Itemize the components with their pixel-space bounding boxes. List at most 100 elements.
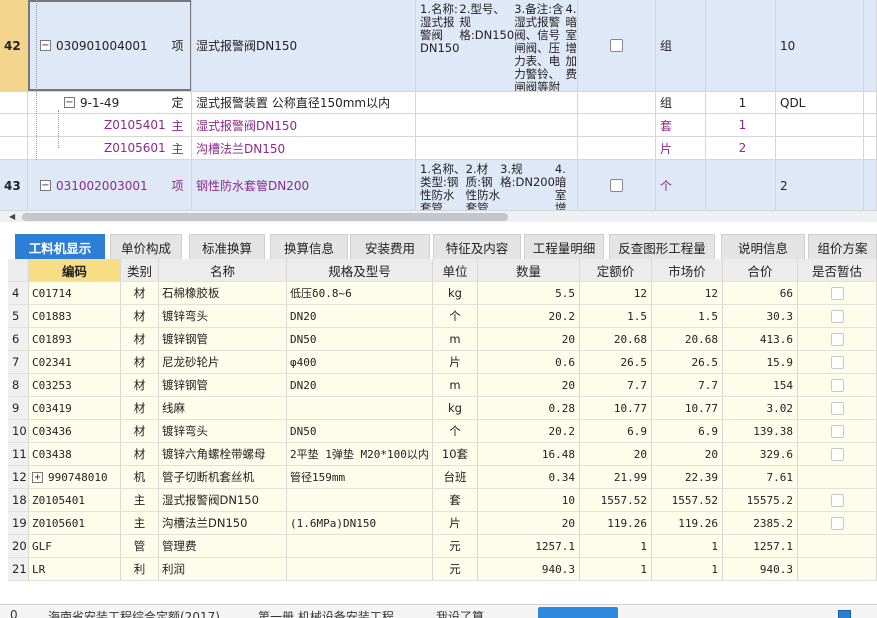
table-row[interactable]: 7 C02341 材 尼龙砂轮片 φ400 片 0.6 26.5 26.5 15.9 [8, 351, 877, 374]
cell-code[interactable]: Z0105601 [29, 512, 121, 534]
table-row[interactable]: 20 GLF 管 管理费 元 1257.1 1 1 1257.1 [8, 535, 877, 558]
scrollbar-thumb[interactable] [22, 213, 508, 221]
tab-9[interactable]: 组价方案 [808, 234, 877, 260]
cell-category[interactable]: 材 [121, 328, 159, 350]
table-row[interactable]: 5 C01883 材 镀锌弯头 DN20 个 20.2 1.5 1.5 30.3 [8, 305, 877, 328]
cell-spec[interactable] [287, 489, 433, 511]
cell-category[interactable]: 管 [121, 535, 159, 557]
cell-name[interactable]: 管子切断机套丝机 [159, 466, 287, 488]
cell-total-price[interactable]: 139.38 [723, 420, 798, 442]
cell-market-price[interactable]: 26.5 [652, 351, 723, 373]
cell-category[interactable]: 材 [121, 305, 159, 327]
cell-name[interactable]: 镀锌钢管 [159, 374, 287, 396]
estimate-checkbox[interactable] [830, 332, 844, 346]
cell-quota-price[interactable]: 10.77 [580, 397, 652, 419]
collapse-icon[interactable]: − [40, 180, 51, 191]
bill-row[interactable]: −9-1-49 定湿式报警装置 公称直径150mm以内 组 1 QDL [0, 92, 877, 114]
table-row[interactable]: 18 Z0105401 主 湿式报警阀DN150 套 10 1557.52 1557.52 15… [8, 489, 877, 512]
header-market-price[interactable]: 市场价 [652, 259, 723, 281]
cell-market-price[interactable]: 119.26 [652, 512, 723, 534]
table-row[interactable]: 8 C03253 材 镀锌钢管 DN20 m 20 7.7 7.7 154 [8, 374, 877, 397]
estimate-checkbox[interactable] [610, 179, 623, 192]
cell-total-price[interactable]: 66 [723, 282, 798, 304]
cell-quantity[interactable]: 0.6 [478, 351, 580, 373]
cell-row-num[interactable]: 20 [8, 535, 29, 557]
cell-name[interactable]: 石棉橡胶板 [159, 282, 287, 304]
cell-total-price[interactable]: 15575.2 [723, 489, 798, 511]
horizontal-scrollbar[interactable]: ◀ [0, 210, 877, 222]
cell-quantity[interactable]: 20 [478, 374, 580, 396]
cell-market-price[interactable]: 1557.52 [652, 489, 723, 511]
cell-spec[interactable]: DN20 [287, 374, 433, 396]
cell-name[interactable]: 管理费 [159, 535, 287, 557]
cell-total-price[interactable]: 1257.1 [723, 535, 798, 557]
cell-quota-price[interactable]: 26.5 [580, 351, 652, 373]
cell-total-price[interactable]: 2385.2 [723, 512, 798, 534]
estimate-checkbox[interactable] [830, 401, 844, 415]
cell-category[interactable]: 主 [121, 512, 159, 534]
cell-total-price[interactable]: 30.3 [723, 305, 798, 327]
cell-unit[interactable]: 片 [433, 512, 478, 534]
header-category[interactable]: 类别 [121, 259, 159, 281]
cell-row-num[interactable]: 12 [8, 466, 29, 488]
table-row[interactable]: 4 C01714 材 石棉橡胶板 低压δ0.8~6 kg 5.5 12 12 66 [8, 282, 877, 305]
collapse-icon[interactable]: − [40, 40, 51, 51]
cell-quota-price[interactable]: 119.26 [580, 512, 652, 534]
tab-0[interactable]: 工料机显示 [15, 234, 105, 260]
cell-market-price[interactable]: 20.68 [652, 328, 723, 350]
cell-quantity[interactable]: 20.2 [478, 305, 580, 327]
cell-spec[interactable]: 2平垫 1弹垫 M20*100以内 [287, 443, 433, 465]
cell-market-price[interactable]: 12 [652, 282, 723, 304]
cell-unit[interactable]: 片 [433, 351, 478, 373]
cell-category[interactable]: 机 [121, 466, 159, 488]
cell-category[interactable]: 材 [121, 351, 159, 373]
estimate-checkbox[interactable] [610, 39, 623, 52]
score-button[interactable] [538, 607, 618, 618]
bill-row[interactable]: 43 −031002003001 项钢性防水套管DN200 1.名称、类型:钢性防水套… [0, 160, 877, 210]
cell-quantity[interactable]: 5.5 [478, 282, 580, 304]
cell-row-num[interactable]: 8 [8, 374, 29, 396]
cell-row-num[interactable]: 7 [8, 351, 29, 373]
cell-quota-price[interactable]: 20.68 [580, 328, 652, 350]
cell-name[interactable]: 镀锌弯头 [159, 420, 287, 442]
cell-row-num[interactable]: 11 [8, 443, 29, 465]
cell-code[interactable]: C01893 [29, 328, 121, 350]
cell-category[interactable]: 材 [121, 374, 159, 396]
tab-5[interactable]: 特征及内容 [433, 234, 521, 260]
cell-quota-price[interactable]: 21.99 [580, 466, 652, 488]
cell-quantity[interactable]: 20.2 [478, 420, 580, 442]
cell-spec[interactable]: DN50 [287, 420, 433, 442]
cell-name[interactable]: 镀锌弯头 [159, 305, 287, 327]
cell-unit[interactable]: 元 [433, 558, 478, 580]
cell-quota-price[interactable]: 7.7 [580, 374, 652, 396]
table-row[interactable]: 10 C03436 材 镀锌弯头 DN50 个 20.2 6.9 6.9 139.38 [8, 420, 877, 443]
estimate-checkbox[interactable] [830, 309, 844, 323]
cell-total-price[interactable]: 329.6 [723, 443, 798, 465]
status-volume[interactable]: 第一册 机械设备安装工程 [258, 608, 394, 618]
header-spec[interactable]: 规格及型号 [287, 259, 433, 281]
cell-category[interactable]: 材 [121, 397, 159, 419]
cell-quota-price[interactable]: 1 [580, 558, 652, 580]
cell-unit[interactable]: 台班 [433, 466, 478, 488]
bill-row[interactable]: Z0105601 主沟槽法兰DN150 片 2 [0, 137, 877, 160]
cell-unit[interactable]: 个 [433, 305, 478, 327]
cell-row-num[interactable]: 18 [8, 489, 29, 511]
cell-row-num[interactable]: 21 [8, 558, 29, 580]
cell-code[interactable]: C03253 [29, 374, 121, 396]
cell-name[interactable]: 线麻 [159, 397, 287, 419]
cell-code[interactable]: LR [29, 558, 121, 580]
cell-total-price[interactable]: 413.6 [723, 328, 798, 350]
expand-icon[interactable]: + [32, 471, 43, 483]
cell-name[interactable]: 沟槽法兰DN150 [159, 512, 287, 534]
cell-code[interactable]: Z0105401 [29, 489, 121, 511]
cell-market-price[interactable]: 22.39 [652, 466, 723, 488]
tab-8[interactable]: 说明信息 [721, 234, 805, 260]
cell-spec[interactable]: (1.6MPa)DN150 [287, 512, 433, 534]
cell-unit[interactable]: 10套 [433, 443, 478, 465]
cell-quota-price[interactable]: 1 [580, 535, 652, 557]
cell-category[interactable]: 材 [121, 443, 159, 465]
cell-spec[interactable]: DN50 [287, 328, 433, 350]
cell-quantity[interactable]: 16.48 [478, 443, 580, 465]
cell-row-num[interactable]: 5 [8, 305, 29, 327]
cell-spec[interactable]: 管径159mm [287, 466, 433, 488]
